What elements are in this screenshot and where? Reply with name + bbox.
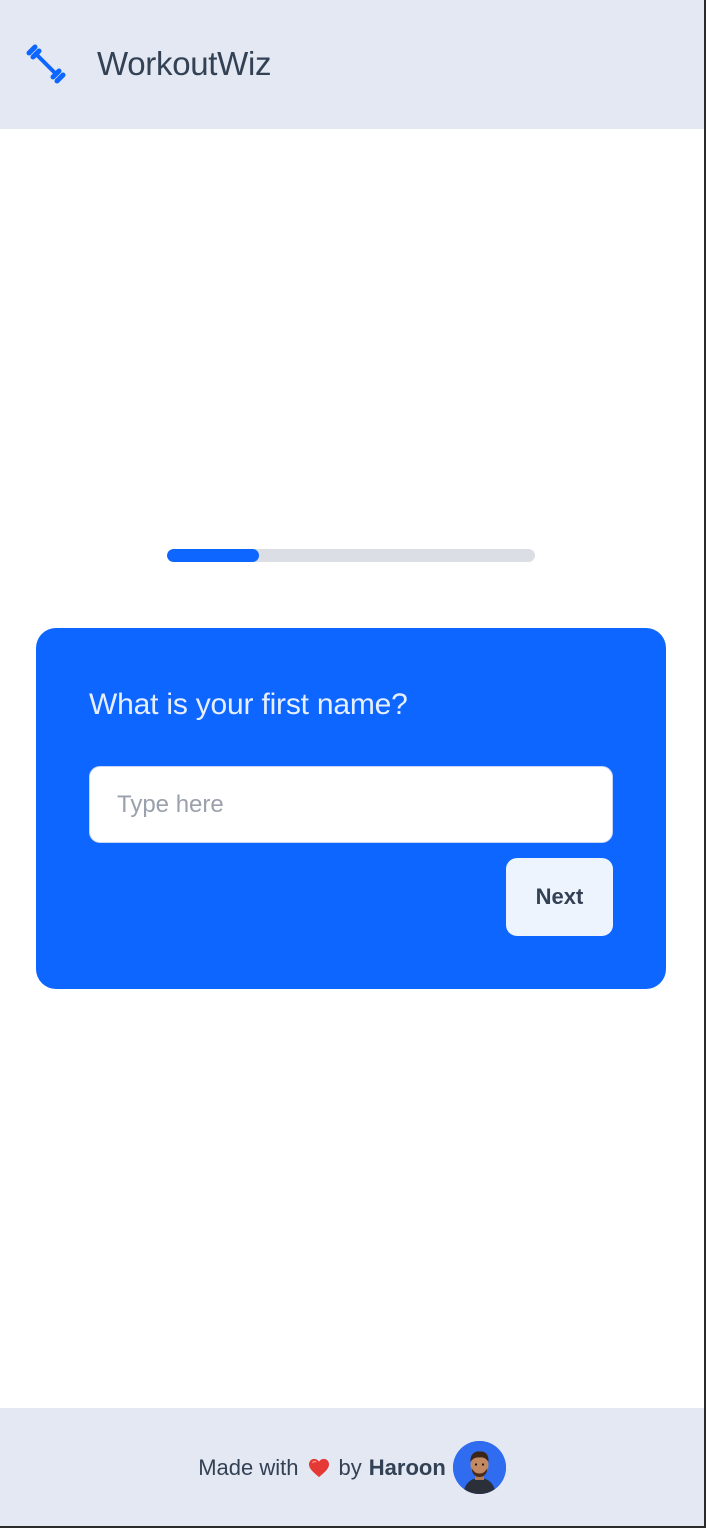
next-button[interactable]: Next: [506, 858, 613, 936]
first-name-input[interactable]: [89, 766, 613, 843]
app-frame: WorkoutWiz What is your first name? Next…: [0, 0, 706, 1528]
footer: Made with by Haroon: [0, 1408, 704, 1526]
author-name[interactable]: Haroon: [369, 1455, 446, 1481]
footer-credit: Made with by Haroon: [0, 1441, 704, 1494]
progress-bar: [167, 549, 535, 562]
made-with-text: Made with: [198, 1454, 299, 1480]
app-title: WorkoutWiz: [97, 45, 272, 82]
question-card: What is your first name? Next: [36, 628, 666, 989]
heart-icon: [308, 1458, 329, 1477]
top-header: WorkoutWiz: [0, 0, 704, 129]
avatar[interactable]: [452, 1441, 506, 1494]
dumbbell-icon: [26, 44, 66, 84]
by-text: by: [338, 1454, 362, 1480]
question-text: What is your first name?: [89, 688, 408, 721]
progress-bar-fill: [167, 549, 259, 562]
avatar-portrait-icon: [452, 1441, 506, 1494]
